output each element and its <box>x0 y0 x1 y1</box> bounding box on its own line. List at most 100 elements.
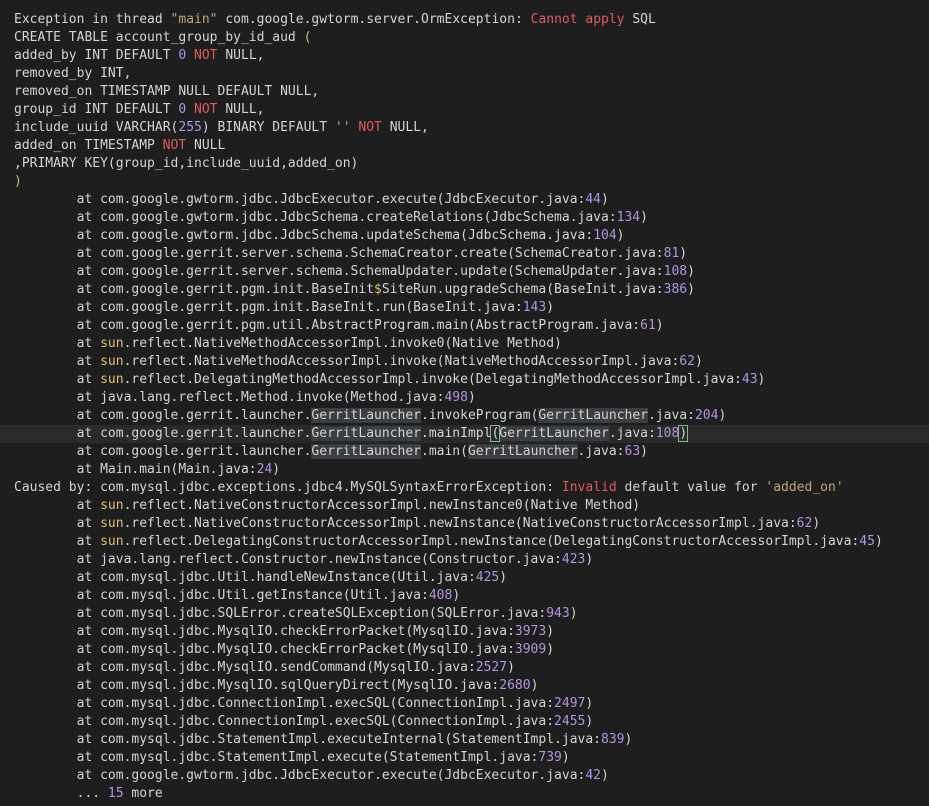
code-token: ( <box>303 30 312 45</box>
code-token: ) <box>585 714 594 729</box>
code-line[interactable]: added_on TIMESTAMP NOT NULL <box>0 137 929 155</box>
code-line[interactable]: at java.lang.reflect.Method.invoke(Metho… <box>0 389 929 407</box>
code-line[interactable]: at com.google.gerrit.pgm.init.BaseInit.r… <box>0 299 929 317</box>
code-token: 'added_on' <box>765 480 844 495</box>
code-token: NOT <box>194 102 218 117</box>
code-line[interactable]: Caused by: com.mysql.jdbc.exceptions.jdb… <box>0 479 929 497</box>
code-token: GerritLauncher <box>467 444 578 459</box>
code-token: 108 <box>663 264 688 279</box>
code-token: 839 <box>601 732 625 747</box>
code-viewer[interactable]: Exception in thread "main" com.google.gw… <box>0 11 929 803</box>
code-token: default value for <box>616 480 766 495</box>
code-token: GerritLauncher <box>499 426 609 441</box>
code-line[interactable]: at com.mysql.jdbc.StatementImpl.executeI… <box>0 731 929 749</box>
code-token: added_on TIMESTAMP <box>14 138 163 153</box>
code-line[interactable]: include_uuid VARCHAR(255) BINARY DEFAULT… <box>0 119 929 137</box>
code-token: 62 <box>796 516 813 531</box>
code-token: .reflect.NativeMethodAccessorImpl.invoke… <box>123 336 562 351</box>
code-token: ) <box>624 732 633 747</box>
code-line[interactable]: at com.mysql.jdbc.Util.handleNewInstance… <box>0 569 929 587</box>
code-line[interactable]: at com.google.gwtorm.jdbc.JdbcSchema.cre… <box>0 209 929 227</box>
code-token: 81 <box>663 246 680 261</box>
code-token: Exception in thread <box>14 12 171 27</box>
code-line[interactable]: ) <box>0 173 929 191</box>
code-token: sun <box>100 372 124 387</box>
code-line[interactable]: at sun.reflect.NativeConstructorAccessor… <box>0 497 929 515</box>
code-line[interactable]: at Main.main(Main.java:24) <box>0 461 929 479</box>
code-token: sun <box>100 336 124 351</box>
code-token: at <box>14 372 101 387</box>
code-token: at com.google.gerrit.launcher. <box>14 444 312 459</box>
code-token: 2455 <box>554 714 586 729</box>
code-token: at com.google.gwtorm.jdbc.JdbcSchema.cre… <box>14 210 617 225</box>
code-token: at com.google.gerrit.pgm.util.AbstractPr… <box>14 318 641 333</box>
code-line[interactable]: at com.mysql.jdbc.MysqlIO.checkErrorPack… <box>0 641 929 659</box>
code-line[interactable]: at sun.reflect.DelegatingConstructorAcce… <box>0 533 929 551</box>
code-line[interactable]: at java.lang.reflect.Constructor.newInst… <box>0 551 929 569</box>
code-line[interactable]: ,PRIMARY KEY(group_id,include_uuid,added… <box>0 155 929 173</box>
code-token: 24 <box>256 462 273 477</box>
code-line[interactable]: removed_by INT, <box>0 65 929 83</box>
code-line[interactable]: at sun.reflect.NativeConstructorAccessor… <box>0 515 929 533</box>
code-token: ) <box>14 174 22 189</box>
code-line[interactable]: at com.google.gerrit.pgm.util.AbstractPr… <box>0 317 929 335</box>
code-line[interactable]: at com.google.gwtorm.jdbc.JdbcExecutor.e… <box>0 767 929 785</box>
code-token: .reflect.DelegatingMethodAccessorImpl.in… <box>123 372 742 387</box>
code-line[interactable]: at sun.reflect.NativeMethodAccessorImpl.… <box>0 335 929 353</box>
code-token: GerritLauncher <box>311 426 421 441</box>
code-token: at java.lang.reflect.Method.invoke(Metho… <box>14 390 445 405</box>
code-line[interactable]: added_by INT DEFAULT 0 NOT NULL, <box>0 47 929 65</box>
code-token: at <box>14 354 101 369</box>
code-line[interactable]: at com.google.gerrit.launcher.GerritLaun… <box>0 407 929 425</box>
code-token: at Main.main(Main.java: <box>14 462 257 477</box>
code-token: 943 <box>546 606 570 621</box>
code-line[interactable]: at com.google.gerrit.server.schema.Schem… <box>0 245 929 263</box>
code-token: NOT <box>162 138 187 153</box>
code-token: at com.google.gerrit.server.schema.Schem… <box>14 264 664 279</box>
code-line[interactable]: at com.mysql.jdbc.StatementImpl.execute(… <box>0 749 929 767</box>
code-line[interactable]: Exception in thread "main" com.google.gw… <box>0 11 929 29</box>
code-token: NOT <box>358 120 382 135</box>
code-line[interactable]: at com.mysql.jdbc.ConnectionImpl.execSQL… <box>0 713 929 731</box>
code-token: 386 <box>663 282 688 297</box>
code-token: 204 <box>694 408 719 423</box>
code-line[interactable]: at com.google.gwtorm.jdbc.JdbcSchema.upd… <box>0 227 929 245</box>
code-token: ) <box>499 570 508 585</box>
code-token: at com.mysql.jdbc.Util.getInstance(Util.… <box>14 588 429 603</box>
code-line[interactable]: group_id INT DEFAULT 0 NOT NULL, <box>0 101 929 119</box>
code-token: sun <box>100 498 124 513</box>
code-line[interactable]: at com.mysql.jdbc.MysqlIO.sendCommand(My… <box>0 659 929 677</box>
code-line[interactable]: removed_on TIMESTAMP NULL DEFAULT NULL, <box>0 83 929 101</box>
code-token: SiteRun.upgradeSchema(BaseInit.java: <box>381 282 664 297</box>
code-line[interactable]: at com.mysql.jdbc.Util.getInstance(Util.… <box>0 587 929 605</box>
code-line[interactable]: at sun.reflect.DelegatingMethodAccessorI… <box>0 371 929 389</box>
code-line[interactable]: CREATE TABLE account_group_by_id_aud ( <box>0 29 929 47</box>
code-token: ) <box>694 354 703 369</box>
code-line[interactable]: at com.mysql.jdbc.ConnectionImpl.execSQL… <box>0 695 929 713</box>
code-line[interactable]: at com.google.gerrit.pgm.init.BaseInit$S… <box>0 281 929 299</box>
code-token: at <box>14 498 101 513</box>
code-line[interactable]: at com.mysql.jdbc.MysqlIO.sqlQueryDirect… <box>0 677 929 695</box>
code-line[interactable]: at com.google.gerrit.server.schema.Schem… <box>0 263 929 281</box>
code-line[interactable]: at sun.reflect.NativeMethodAccessorImpl.… <box>0 353 929 371</box>
code-token: 408 <box>428 588 453 603</box>
code-line[interactable]: at com.google.gwtorm.jdbc.JdbcExecutor.e… <box>0 191 929 209</box>
code-token: ) BINARY DEFAULT <box>201 120 335 135</box>
code-token: ) <box>640 210 648 225</box>
code-line[interactable]: at com.mysql.jdbc.SQLError.createSQLExce… <box>0 605 929 623</box>
code-token: NULL, <box>217 48 265 63</box>
code-token: at com.mysql.jdbc.MysqlIO.checkErrorPack… <box>14 642 515 657</box>
code-token: at com.google.gwtorm.jdbc.JdbcSchema.upd… <box>14 228 594 243</box>
code-line[interactable]: ... 15 more <box>0 785 929 803</box>
code-line[interactable]: at com.google.gerrit.launcher.GerritLaun… <box>0 425 929 443</box>
code-token: .reflect.NativeConstructorAccessorImpl.n… <box>123 516 797 531</box>
code-token: : <box>514 12 531 27</box>
code-line[interactable]: at com.google.gerrit.launcher. GerritLaun… <box>0 443 929 461</box>
code-token: 2680 <box>499 678 531 693</box>
code-token: Caused by: com.mysql.jdbc.exceptions.jdb… <box>14 480 562 495</box>
code-token: ) <box>546 642 555 657</box>
code-token: .mainImpl <box>421 426 492 441</box>
code-line[interactable]: at com.mysql.jdbc.MysqlIO.checkErrorPack… <box>0 623 929 641</box>
